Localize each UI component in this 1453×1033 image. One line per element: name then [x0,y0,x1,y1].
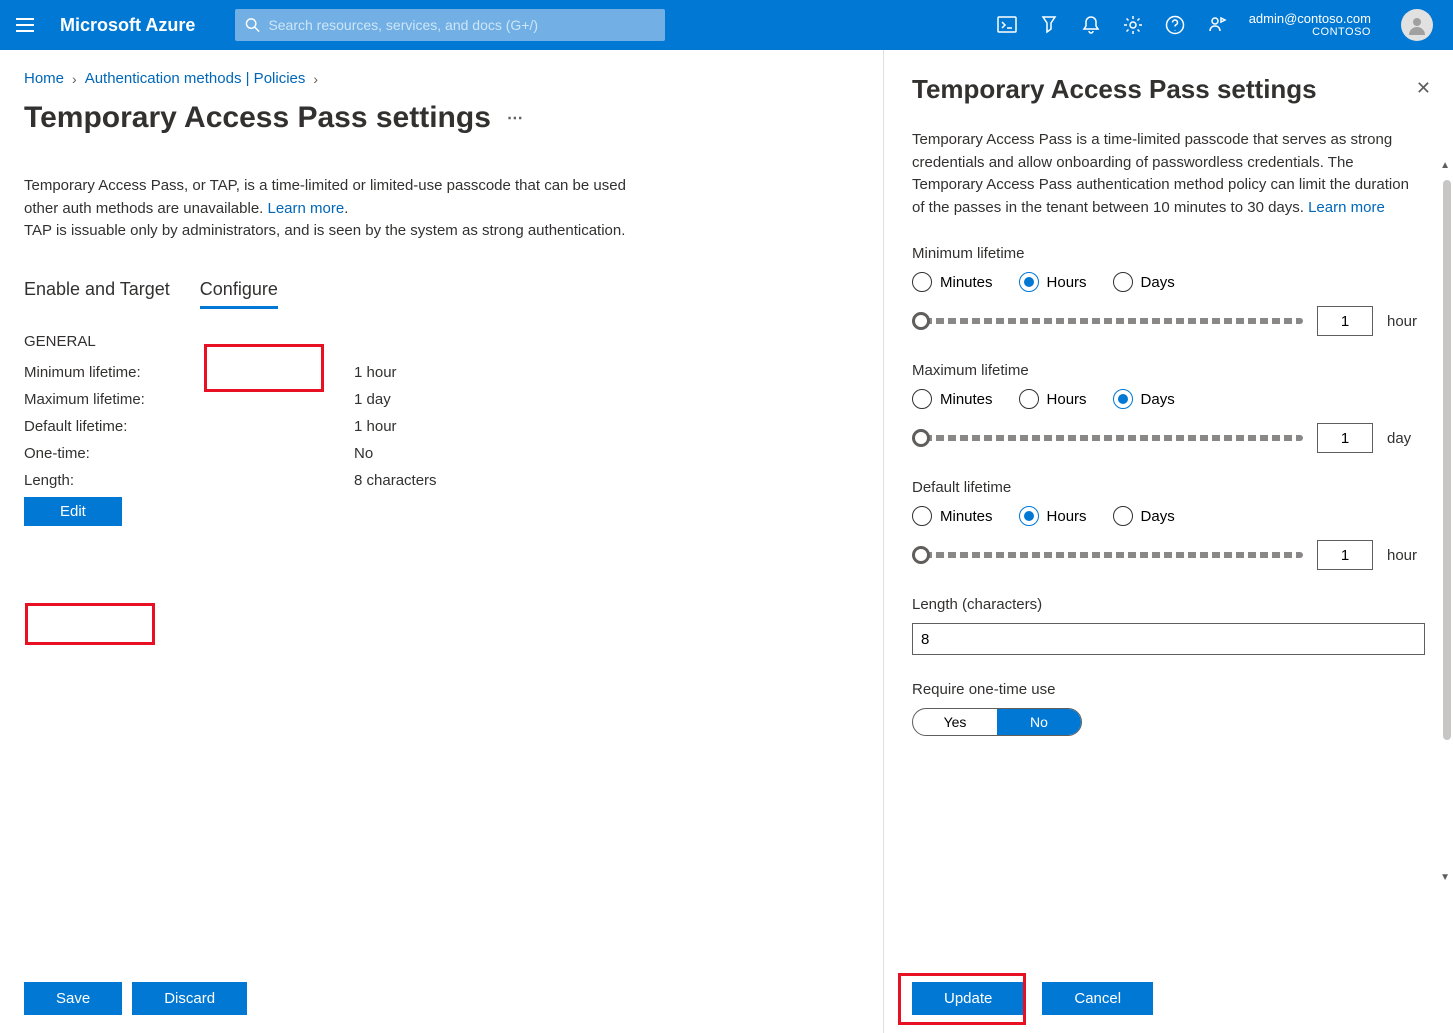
save-button[interactable]: Save [24,982,122,1015]
tab-configure[interactable]: Configure [200,273,278,309]
discard-button[interactable]: Discard [132,982,247,1015]
radio-min-days[interactable]: Days [1113,272,1175,292]
field-one-time: Require one-time use Yes No [912,681,1425,736]
desc-text-1b: other auth methods are unavailable. [24,200,268,217]
radios-def-lifetime: Minutes Hours Days [912,506,1425,526]
slider-def-lifetime[interactable] [912,546,1303,564]
panel-footer: Update Cancel [912,982,1153,1015]
radio-def-minutes[interactable]: Minutes [912,506,993,526]
highlight-edit-button [25,603,155,645]
breadcrumb-home[interactable]: Home [24,70,64,87]
scrollbar[interactable] [1443,180,1451,740]
panel-learn-more-link[interactable]: Learn more [1308,199,1385,216]
notifications-icon[interactable] [1081,15,1101,35]
settings-icon[interactable] [1123,15,1143,35]
learn-more-link[interactable]: Learn more [268,200,345,217]
hamburger-icon [16,18,34,32]
page-description: Temporary Access Pass, or TAP, is a time… [24,175,744,220]
account-tenant: CONTOSO [1312,26,1371,39]
more-menu-icon[interactable]: ⋯ [507,108,523,128]
avatar-icon [1405,13,1429,37]
avatar[interactable] [1401,9,1433,41]
page-title-text: Temporary Access Pass settings [24,101,491,135]
radios-min-lifetime: Minutes Hours Days [912,272,1425,292]
label-minimum-lifetime: Minimum lifetime [912,245,1425,262]
kv-max-key: Maximum lifetime: [24,391,354,408]
scroll-down-icon[interactable]: ▼ [1440,872,1450,883]
desc-text-1a: Temporary Access Pass, or TAP, is a time… [24,177,626,194]
slider-min-lifetime[interactable] [912,312,1303,330]
account-email: admin@contoso.com [1249,11,1371,27]
unit-min-lifetime: hour [1387,313,1425,330]
settings-panel: Temporary Access Pass settings ✕ Tempora… [883,50,1453,1033]
account-block[interactable]: admin@contoso.com CONTOSO [1249,11,1371,40]
toggle-one-time[interactable]: Yes No [912,708,1082,736]
close-icon[interactable]: ✕ [1416,78,1431,99]
input-min-lifetime[interactable] [1317,306,1373,336]
directory-filter-icon[interactable] [1039,15,1059,35]
search-icon [245,17,260,33]
help-icon[interactable] [1165,15,1185,35]
unit-max-lifetime: day [1387,430,1425,447]
radio-min-hours[interactable]: Hours [1019,272,1087,292]
slider-max-lifetime[interactable] [912,429,1303,447]
radio-min-minutes[interactable]: Minutes [912,272,993,292]
unit-def-lifetime: hour [1387,547,1425,564]
toggle-one-time-yes[interactable]: Yes [913,709,997,735]
label-length: Length (characters) [912,596,1425,613]
hamburger-menu[interactable] [0,18,50,32]
label-one-time: Require one-time use [912,681,1425,698]
field-default-lifetime: Default lifetime Minutes Hours Days hour [912,479,1425,570]
input-max-lifetime[interactable] [1317,423,1373,453]
chevron-right-icon: › [313,71,318,87]
field-minimum-lifetime: Minimum lifetime Minutes Hours Days hour [912,245,1425,336]
label-default-lifetime: Default lifetime [912,479,1425,496]
panel-title: Temporary Access Pass settings [912,74,1425,105]
label-maximum-lifetime: Maximum lifetime [912,362,1425,379]
radio-def-hours[interactable]: Hours [1019,506,1087,526]
kv-min-key: Minimum lifetime: [24,364,354,381]
scroll-up-icon[interactable]: ▲ [1440,160,1450,171]
radios-max-lifetime: Minutes Hours Days [912,389,1425,409]
radio-max-hours[interactable]: Hours [1019,389,1087,409]
search-input[interactable] [268,17,655,33]
search-box[interactable] [235,9,665,41]
radio-max-minutes[interactable]: Minutes [912,389,993,409]
cancel-button[interactable]: Cancel [1042,982,1153,1015]
input-def-lifetime[interactable] [1317,540,1373,570]
radio-def-days[interactable]: Days [1113,506,1175,526]
panel-description: Temporary Access Pass is a time-limited … [912,129,1425,219]
radio-max-days[interactable]: Days [1113,389,1175,409]
kv-def-key: Default lifetime: [24,418,354,435]
update-button[interactable]: Update [912,982,1024,1015]
page-footer: Save Discard [24,982,247,1015]
chevron-right-icon: › [72,71,77,87]
feedback-icon[interactable] [1207,15,1227,35]
edit-button[interactable]: Edit [24,497,122,526]
field-length: Length (characters) [912,596,1425,655]
kv-len-key: Length: [24,472,354,489]
brand-label[interactable]: Microsoft Azure [60,15,195,36]
input-length[interactable] [912,623,1425,655]
kv-one-key: One-time: [24,445,354,462]
topbar-icons: admin@contoso.com CONTOSO [977,9,1453,41]
breadcrumb-auth-methods[interactable]: Authentication methods | Policies [85,70,306,87]
field-maximum-lifetime: Maximum lifetime Minutes Hours Days day [912,362,1425,453]
tab-enable-target[interactable]: Enable and Target [24,273,170,309]
cloud-shell-icon[interactable] [997,15,1017,35]
topbar: Microsoft Azure admin@contoso.com CONTOS… [0,0,1453,50]
toggle-one-time-no[interactable]: No [997,709,1081,735]
